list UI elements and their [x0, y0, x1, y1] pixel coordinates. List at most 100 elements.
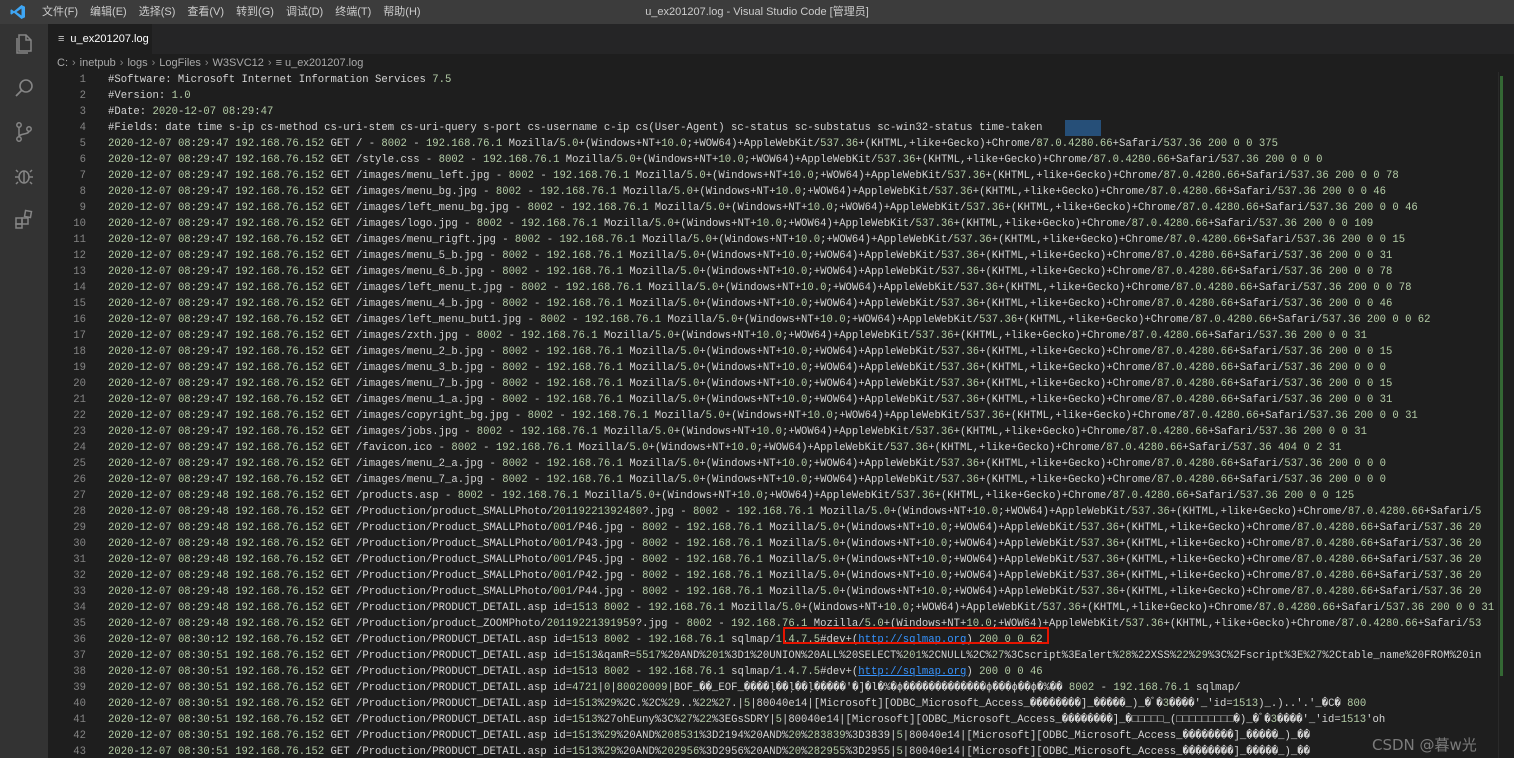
line-number: 38: [73, 666, 86, 678]
line-text: 2020-12-07 08:29:47 192.168.76.152 GET /…: [108, 282, 1412, 294]
line-text: 2020-12-07 08:30:51 192.168.76.152 GET /…: [108, 650, 1482, 662]
code-line: 20 2020-12-07 08:29:47 192.168.76.152 GET…: [48, 376, 1498, 392]
line-text: 2020-12-07 08:29:47 192.168.76.152 GET /…: [108, 186, 1387, 198]
line-text: 2020-12-07 08:29:48 192.168.76.152 GET /…: [108, 570, 1482, 582]
line-number: 40: [73, 698, 86, 710]
code-line: 12 2020-12-07 08:29:47 192.168.76.152 GET…: [48, 248, 1498, 264]
line-text: 2020-12-07 08:29:48 192.168.76.152 GET /…: [108, 522, 1482, 534]
line-number: 43: [73, 746, 86, 758]
code-line: 25 2020-12-07 08:29:47 192.168.76.152 GET…: [48, 456, 1498, 472]
breadcrumb-item[interactable]: ≡ u_ex201207.log: [276, 57, 364, 69]
tab-u-ex201207-log[interactable]: ≡ u_ex201207.log: [48, 24, 152, 54]
tab-bar: ≡ u_ex201207.log: [48, 24, 1514, 54]
menu-item-2[interactable]: 选择(S): [133, 0, 182, 24]
line-text: 2020-12-07 08:29:47 192.168.76.152 GET /…: [108, 458, 1387, 470]
menu-item-3[interactable]: 查看(V): [181, 0, 230, 24]
line-number: 11: [73, 234, 86, 246]
line-number: 29: [73, 522, 86, 534]
code-line: 17 2020-12-07 08:29:47 192.168.76.152 GET…: [48, 328, 1498, 344]
line-number: 23: [73, 426, 86, 438]
line-number: 35: [73, 618, 86, 630]
file-icon: ≡: [58, 33, 65, 45]
line-number: 18: [73, 346, 86, 358]
line-number: 27: [73, 490, 86, 502]
line-number: 1: [79, 74, 86, 86]
line-text: 2020-12-07 08:29:47 192.168.76.152 GET /…: [108, 266, 1393, 278]
line-text: 2020-12-07 08:29:47 192.168.76.152 GET /…: [108, 138, 1278, 150]
line-number: 8: [79, 186, 86, 198]
line-text: 2020-12-07 08:29:47 192.168.76.152 GET /…: [108, 202, 1418, 214]
code-line: 26 2020-12-07 08:29:47 192.168.76.152 GET…: [48, 472, 1498, 488]
menu-item-5[interactable]: 调试(D): [280, 0, 329, 24]
code-line: 15 2020-12-07 08:29:47 192.168.76.152 GET…: [48, 296, 1498, 312]
line-text: #Software: Microsoft Internet Informatio…: [108, 74, 452, 86]
line-number: 39: [73, 682, 86, 694]
sqlmap-highlight-box: [783, 627, 1049, 644]
extensions-icon[interactable]: [0, 200, 48, 240]
breadcrumb-item[interactable]: LogFiles: [159, 57, 201, 69]
breadcrumb-chevron-icon: ›: [119, 57, 124, 69]
activity-bar: [0, 24, 48, 758]
line-number: 10: [73, 218, 86, 230]
line-text: 2020-12-07 08:29:47 192.168.76.152 GET /…: [108, 378, 1393, 390]
code-line: 31 2020-12-07 08:29:48 192.168.76.152 GET…: [48, 552, 1498, 568]
debug-icon[interactable]: [0, 156, 48, 196]
line-text: #Version: 1.0: [108, 90, 191, 102]
watermark: CSDN @暮w光: [1372, 736, 1477, 754]
breadcrumb-chevron-icon: ›: [267, 57, 272, 69]
breadcrumb-item[interactable]: W3SVC12: [213, 57, 264, 69]
code-line: 42 2020-12-07 08:30:51 192.168.76.152 GET…: [48, 728, 1498, 744]
line-text: 2020-12-07 08:29:47 192.168.76.152 GET /…: [108, 362, 1387, 374]
breadcrumb-item[interactable]: C:: [57, 57, 68, 69]
line-text: 2020-12-07 08:29:48 192.168.76.152 GET /…: [108, 490, 1355, 502]
vscode-logo-svg: [10, 5, 25, 19]
code-line: 22 2020-12-07 08:29:47 192.168.76.152 GET…: [48, 408, 1498, 424]
code-line: 16 2020-12-07 08:29:47 192.168.76.152 GET…: [48, 312, 1498, 328]
breadcrumb-item[interactable]: inetpub: [80, 57, 116, 69]
line-number: 28: [73, 506, 86, 518]
code-line: 36 2020-12-07 08:30:12 192.168.76.152 GET…: [48, 632, 1498, 648]
code-line: 32 2020-12-07 08:29:48 192.168.76.152 GET…: [48, 568, 1498, 584]
line-number: 31: [73, 554, 86, 566]
editor-area[interactable]: 1 #Software: Microsoft Internet Informati…: [48, 72, 1498, 758]
explorer-icon[interactable]: [0, 24, 48, 64]
line-number: 42: [73, 730, 86, 742]
line-text: 2020-12-07 08:29:48 192.168.76.152 GET /…: [108, 538, 1482, 550]
menu-item-1[interactable]: 编辑(E): [84, 0, 133, 24]
line-number: 2: [79, 90, 86, 102]
line-text: 2020-12-07 08:29:47 192.168.76.152 GET /…: [108, 442, 1342, 454]
line-text: 2020-12-07 08:29:47 192.168.76.152 GET /…: [108, 394, 1393, 406]
line-text: 2020-12-07 08:29:48 192.168.76.152 GET /…: [108, 506, 1482, 518]
line-number: 9: [79, 202, 86, 214]
line-text: 2020-12-07 08:30:51 192.168.76.152 GET /…: [108, 666, 1043, 678]
menu-item-6[interactable]: 终端(T): [329, 0, 377, 24]
breadcrumb-chevron-icon: ›: [204, 57, 209, 69]
line-number: 13: [73, 266, 86, 278]
code-line: 18 2020-12-07 08:29:47 192.168.76.152 GET…: [48, 344, 1498, 360]
line-number: 16: [73, 314, 86, 326]
line-number: 14: [73, 282, 86, 294]
code-line: 33 2020-12-07 08:29:48 192.168.76.152 GET…: [48, 584, 1498, 600]
code-line: 19 2020-12-07 08:29:47 192.168.76.152 GET…: [48, 360, 1498, 376]
code-line: 10 2020-12-07 08:29:47 192.168.76.152 GET…: [48, 216, 1498, 232]
code-line: 11 2020-12-07 08:29:47 192.168.76.152 GET…: [48, 232, 1498, 248]
scrollbar-decoration: [1500, 76, 1503, 676]
line-number: 20: [73, 378, 86, 390]
line-number: 30: [73, 538, 86, 550]
code-line: 41 2020-12-07 08:30:51 192.168.76.152 GET…: [48, 712, 1498, 728]
menu-item-0[interactable]: 文件(F): [36, 0, 84, 24]
breadcrumb-item[interactable]: logs: [127, 57, 147, 69]
search-icon[interactable]: [0, 68, 48, 108]
code-line: 37 2020-12-07 08:30:51 192.168.76.152 GET…: [48, 648, 1498, 664]
code-line: 6 2020-12-07 08:29:47 192.168.76.152 GET …: [48, 152, 1498, 168]
line-text: 2020-12-07 08:29:48 192.168.76.152 GET /…: [108, 586, 1482, 598]
debug-icon-svg: [15, 169, 33, 185]
source-control-icon[interactable]: [0, 112, 48, 152]
source-control-icon-svg: [16, 122, 32, 142]
code-line: 43 2020-12-07 08:30:51 192.168.76.152 GET…: [48, 744, 1498, 758]
menu-item-4[interactable]: 转到(G): [230, 0, 280, 24]
line-text: 2020-12-07 08:29:47 192.168.76.152 GET /…: [108, 298, 1393, 310]
line-number: 33: [73, 586, 86, 598]
code-line: 28 2020-12-07 08:29:48 192.168.76.152 GET…: [48, 504, 1498, 520]
menu-item-7[interactable]: 帮助(H): [377, 0, 426, 24]
